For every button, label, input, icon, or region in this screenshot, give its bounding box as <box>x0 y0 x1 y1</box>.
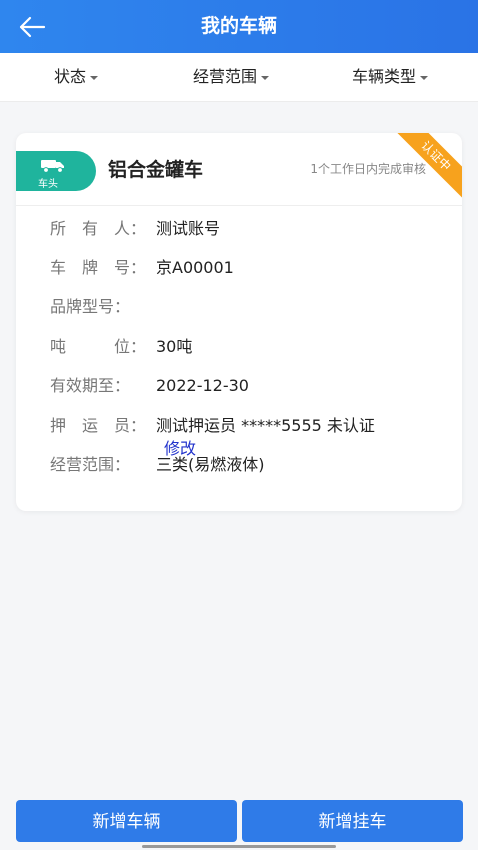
filter-business-scope[interactable]: 经营范围 <box>193 53 270 101</box>
field-escort-label: 押 运 员： <box>50 416 147 435</box>
field-business-scope: 经营范围： 三类(易燃液体) <box>50 455 265 475</box>
bottom-action-bar: 新增车辆 新增挂车 <box>0 800 478 844</box>
page-title: 我的车辆 <box>200 15 277 37</box>
field-brand-model: 品牌型号： <box>50 297 156 317</box>
field-tonnage-label: 吨 位： <box>50 337 147 356</box>
field-owner: 所 有 人： 测试账号 <box>50 219 220 239</box>
filter-vehicle-type[interactable]: 车辆类型 <box>352 53 429 101</box>
vehicle-name: 铝合金罐车 <box>108 159 204 181</box>
review-note: 1个工作日内完成审核 <box>310 162 426 176</box>
filter-status-label: 状态 <box>54 67 87 86</box>
truck-icon <box>41 160 64 173</box>
field-valid-until-value: 2022-12-30 <box>156 376 249 395</box>
field-tonnage: 吨 位： 30吨 <box>50 337 192 357</box>
field-owner-value: 测试账号 <box>156 219 221 238</box>
vehicle-card[interactable]: 车头 铝合金罐车 1个工作日内完成审核 认证中 所 有 人： 测试账号 车 牌 号… <box>16 133 462 511</box>
field-escort-value: 测试押运员 *****5555 未认证 <box>156 416 375 435</box>
filter-business-scope-label: 经营范围 <box>193 67 258 86</box>
field-escort: 押 运 员： 测试押运员 *****5555 未认证 <box>50 416 375 436</box>
add-vehicle-button[interactable]: 新增车辆 <box>16 800 237 842</box>
caret-down-icon <box>90 75 99 80</box>
field-business-scope-label: 经营范围： <box>50 455 131 474</box>
field-business-scope-value: 三类(易燃液体) <box>156 455 265 474</box>
field-plate-number-label: 车 牌 号： <box>50 258 147 277</box>
field-owner-label: 所 有 人： <box>50 219 147 238</box>
filter-vehicle-type-label: 车辆类型 <box>352 67 417 86</box>
app-header: 我的车辆 <box>0 0 478 53</box>
field-brand-model-label: 品牌型号： <box>50 297 131 316</box>
card-divider <box>16 205 462 206</box>
field-valid-until-label: 有效期至： <box>50 376 131 395</box>
vehicle-tag-label: 车头 <box>38 179 58 190</box>
field-valid-until: 有效期至： 2022-12-30 <box>50 376 249 396</box>
back-arrow-icon[interactable] <box>18 14 46 40</box>
caret-down-icon <box>261 75 270 80</box>
field-plate-number: 车 牌 号： 京A00001 <box>50 258 234 278</box>
home-indicator <box>142 845 336 848</box>
filter-bar: 状态 经营范围 车辆类型 <box>0 53 478 102</box>
filter-status[interactable]: 状态 <box>54 53 99 101</box>
field-tonnage-value: 30吨 <box>156 337 193 356</box>
caret-down-icon <box>420 75 429 80</box>
vehicle-type-tag: 车头 <box>16 151 96 191</box>
field-plate-number-value: 京A00001 <box>156 258 234 277</box>
add-trailer-button[interactable]: 新增挂车 <box>242 800 463 842</box>
